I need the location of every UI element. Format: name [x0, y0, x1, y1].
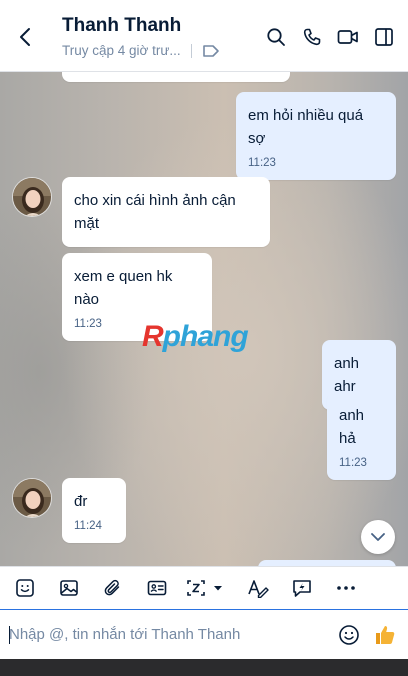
- avatar-image: [13, 479, 51, 517]
- quick-message-icon: [292, 580, 311, 597]
- chat-header: Thanh Thanh Truy cập 4 giờ trư...: [0, 0, 408, 72]
- message-bubble-sent[interactable]: em hỏi nhiều quá sợ 11:23: [236, 92, 396, 180]
- divider: [190, 44, 192, 58]
- attachment-icon: [104, 579, 119, 596]
- watermark-logo-mark: R: [142, 320, 164, 353]
- contact-avatar[interactable]: [12, 177, 52, 217]
- search-icon: [267, 28, 285, 46]
- chevron-down-icon: [371, 533, 385, 541]
- message-text: anh hả: [339, 407, 365, 447]
- screenshot-icon: [187, 580, 222, 596]
- text-format-button[interactable]: [242, 573, 273, 604]
- more-icon: [336, 586, 355, 590]
- scroll-to-bottom-button[interactable]: [361, 520, 395, 554]
- message-text: xem e quen hk nào: [74, 268, 173, 308]
- video-call-button[interactable]: [330, 22, 366, 52]
- contact-name: Thanh Thanh: [62, 15, 182, 36]
- message-input[interactable]: [0, 614, 320, 655]
- quick-message-button[interactable]: [286, 573, 317, 604]
- message-bubble-partial: [62, 72, 290, 82]
- phone-icon: [303, 28, 321, 46]
- screenshot-button[interactable]: [185, 573, 229, 604]
- message-bubble-received[interactable]: đr 11:24: [62, 478, 126, 543]
- emoji-icon: [339, 625, 359, 645]
- message-text: đr: [74, 493, 88, 510]
- image-icon: [59, 580, 78, 596]
- header-actions: [258, 22, 402, 52]
- contact-subline: Truy cập 4 giờ trư...: [62, 42, 262, 60]
- sticker-button[interactable]: [9, 573, 40, 604]
- text-format-icon: [247, 580, 269, 598]
- conversation-title[interactable]: Thanh Thanh Truy cập 4 giờ trư...: [62, 14, 262, 60]
- sticker-icon: [15, 579, 34, 597]
- last-active-status: Truy cập 4 giờ trư...: [62, 43, 181, 58]
- composer-toolbar: [0, 566, 408, 609]
- message-text: em hỏi nhiều quá sợ: [248, 107, 364, 147]
- emoji-button[interactable]: [336, 622, 362, 648]
- call-button[interactable]: [294, 22, 330, 52]
- message-list[interactable]: em hỏi nhiều quá sợ 11:23 cho xin cái hì…: [0, 72, 408, 566]
- avatar-image: [13, 178, 51, 216]
- video-icon: [337, 30, 358, 44]
- message-bubble-sent[interactable]: anh hả 11:23: [327, 392, 396, 480]
- message-time: 11:24: [74, 520, 102, 532]
- send-contact-card-button[interactable]: [141, 573, 172, 604]
- tag-icon[interactable]: [202, 44, 220, 58]
- send-like-button[interactable]: [372, 622, 398, 648]
- bottom-edge: [0, 659, 408, 676]
- message-composer: [0, 609, 408, 659]
- message-text: cho xin cái hình ảnh cận mặt: [74, 192, 236, 232]
- message-time: 11:23: [339, 457, 367, 469]
- attach-file-button[interactable]: [97, 573, 128, 604]
- thumbs-up-icon: [376, 626, 395, 644]
- send-image-button[interactable]: [53, 573, 84, 604]
- watermark-logo: Rphang: [142, 320, 249, 354]
- contact-card-icon: [147, 580, 166, 596]
- more-options-button[interactable]: [330, 573, 361, 604]
- sidebar-toggle-icon: [375, 28, 393, 46]
- contact-avatar[interactable]: [12, 478, 52, 518]
- watermark-logo-text: phang: [162, 320, 249, 353]
- text-cursor: [9, 626, 10, 644]
- message-time: 11:23: [248, 157, 276, 169]
- search-button[interactable]: [258, 22, 294, 52]
- back-button[interactable]: [10, 22, 40, 52]
- conversation-info-button[interactable]: [366, 22, 402, 52]
- message-bubble-received[interactable]: cho xin cái hình ảnh cận mặt: [62, 177, 270, 247]
- back-icon: [20, 28, 30, 46]
